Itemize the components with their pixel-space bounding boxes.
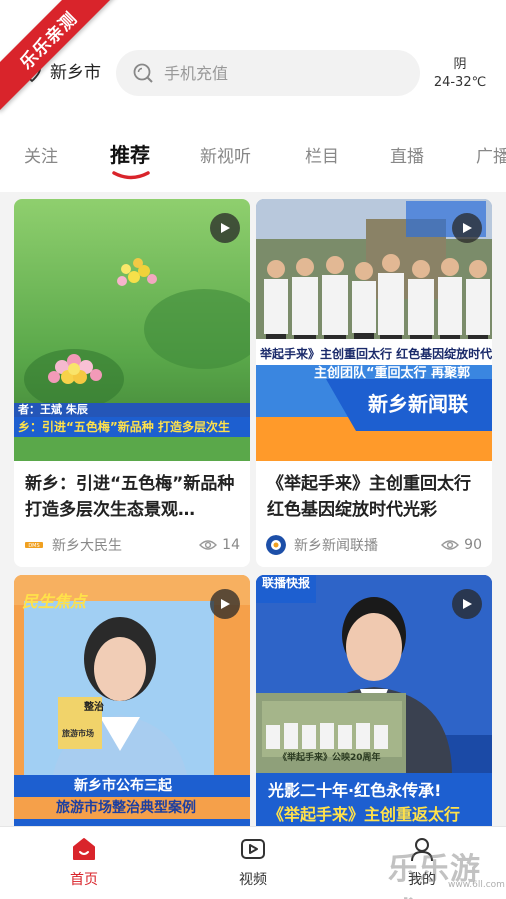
thumbnail-caption: 光影二十年·红色永传承! bbox=[268, 781, 442, 800]
video-card[interactable]: 者：王斌 朱辰 乡：引进“五色梅”新品种 打造多层次生 新乡：引进“五色梅”新品… bbox=[14, 199, 250, 567]
nav-video[interactable]: 视频 bbox=[213, 835, 293, 889]
home-icon bbox=[73, 838, 95, 860]
card-title[interactable]: 《举起手来》主创重回太行 红色基因绽放时代光彩 bbox=[256, 461, 492, 527]
play-button[interactable] bbox=[452, 589, 482, 619]
tab-follow[interactable]: 关注 bbox=[24, 142, 58, 167]
card-meta: DMS 新乡大民生 14 bbox=[14, 527, 250, 563]
program-badge: 联播快报 bbox=[262, 577, 311, 590]
thumbnail-reporter: 者：王斌 朱辰 bbox=[18, 403, 88, 416]
video-card[interactable]: 联播快报 《举起手来》公映20周年 光影二十年·红色永传承! 《举起手来》主创重… bbox=[256, 575, 492, 826]
location-label: 新乡市 bbox=[50, 63, 101, 83]
view-count-value: 90 bbox=[464, 537, 482, 553]
channel-tabs: 关注 推荐 新视听 栏目 直播 广播 bbox=[0, 118, 506, 192]
view-count: 90 bbox=[441, 537, 482, 553]
nav-video-label: 视频 bbox=[239, 872, 267, 888]
search-input[interactable] bbox=[164, 63, 384, 83]
weather-widget[interactable]: 阴 24-32℃ bbox=[430, 56, 490, 92]
view-count: 14 bbox=[199, 537, 240, 553]
thumbnail-small-sign: 整治 bbox=[84, 702, 104, 713]
thumbnail-subcaption: 《举起手来》主创重返太行 bbox=[268, 805, 461, 824]
news-feed[interactable]: 者：王斌 朱辰 乡：引进“五色梅”新品种 打造多层次生 新乡：引进“五色梅”新品… bbox=[0, 192, 506, 826]
active-tab-indicator bbox=[112, 171, 150, 180]
source-name[interactable]: 新乡大民生 bbox=[52, 535, 199, 555]
video-thumbnail[interactable]: 民生焦点 整治 旅游市场 新乡市公布三起 旅游市场整治典型案例 bbox=[14, 575, 250, 826]
watermark: 乐乐游戏 bbox=[388, 852, 481, 899]
search-icon bbox=[133, 63, 153, 83]
play-button[interactable] bbox=[210, 589, 240, 619]
card-meta: 新乡新闻联播 90 bbox=[256, 527, 492, 563]
video-thumbnail[interactable]: 者：王斌 朱辰 乡：引进“五色梅”新品种 打造多层次生 bbox=[14, 199, 250, 461]
tab-live[interactable]: 直播 bbox=[390, 142, 424, 167]
eye-icon bbox=[199, 540, 218, 550]
source-logo-icon bbox=[266, 535, 286, 555]
play-icon bbox=[221, 223, 230, 233]
weather-temperature: 24-32℃ bbox=[433, 75, 487, 90]
thumbnail-brand: 新乡新闻联 bbox=[368, 392, 468, 416]
program-badge: 民生焦点 bbox=[22, 592, 87, 611]
play-icon bbox=[463, 599, 472, 609]
thumbnail-caption: 乡：引进“五色梅”新品种 打造多层次生 bbox=[18, 420, 230, 434]
view-count-value: 14 bbox=[222, 537, 240, 553]
thumbnail-sign: 旅游市场 bbox=[62, 729, 94, 738]
tab-recommend[interactable]: 推荐 bbox=[110, 139, 150, 168]
thumbnail-banner: 《举起手来》公映20周年 bbox=[278, 753, 381, 763]
video-thumbnail[interactable]: 联播快报 《举起手来》公映20周年 光影二十年·红色永传承! 《举起手来》主创重… bbox=[256, 575, 492, 826]
play-icon bbox=[463, 223, 472, 233]
thumbnail-caption: 举起手来》主创重回太行 红色基因绽放时代光彩 bbox=[260, 347, 492, 361]
video-icon bbox=[241, 839, 265, 859]
card-title[interactable]: 新乡：引进“五色梅”新品种 打造多层次生态景观… bbox=[14, 461, 250, 527]
thumbnail-subcaption: 主创团队“重回太行 再聚郭 bbox=[314, 366, 471, 381]
play-icon bbox=[221, 599, 230, 609]
play-button[interactable] bbox=[210, 213, 240, 243]
search-bar[interactable] bbox=[116, 50, 420, 96]
source-logo-icon: DMS bbox=[25, 542, 43, 549]
video-card[interactable]: 民生焦点 整治 旅游市场 新乡市公布三起 旅游市场整治典型案例 bbox=[14, 575, 250, 826]
play-button[interactable] bbox=[452, 213, 482, 243]
thumbnail-subcaption: 旅游市场整治典型案例 bbox=[56, 800, 196, 816]
video-thumbnail[interactable]: 举起手来》主创重回太行 红色基因绽放时代光彩 主创团队“重回太行 再聚郭 新乡新… bbox=[256, 199, 492, 461]
nav-home[interactable]: 首页 bbox=[44, 835, 124, 889]
thumbnail-caption: 新乡市公布三起 bbox=[74, 778, 172, 794]
watermark-url: www.6ll.com bbox=[448, 880, 505, 890]
weather-condition: 阴 bbox=[453, 57, 467, 72]
tab-radio[interactable]: 广播 bbox=[476, 142, 506, 167]
tab-new-video[interactable]: 新视听 bbox=[200, 142, 251, 167]
nav-home-label: 首页 bbox=[70, 872, 98, 888]
video-card[interactable]: 举起手来》主创重回太行 红色基因绽放时代光彩 主创团队“重回太行 再聚郭 新乡新… bbox=[256, 199, 492, 567]
eye-icon bbox=[441, 540, 460, 550]
svg-text:DMS: DMS bbox=[28, 543, 39, 549]
tab-columns[interactable]: 栏目 bbox=[305, 142, 339, 167]
source-name[interactable]: 新乡新闻联播 bbox=[294, 535, 441, 555]
